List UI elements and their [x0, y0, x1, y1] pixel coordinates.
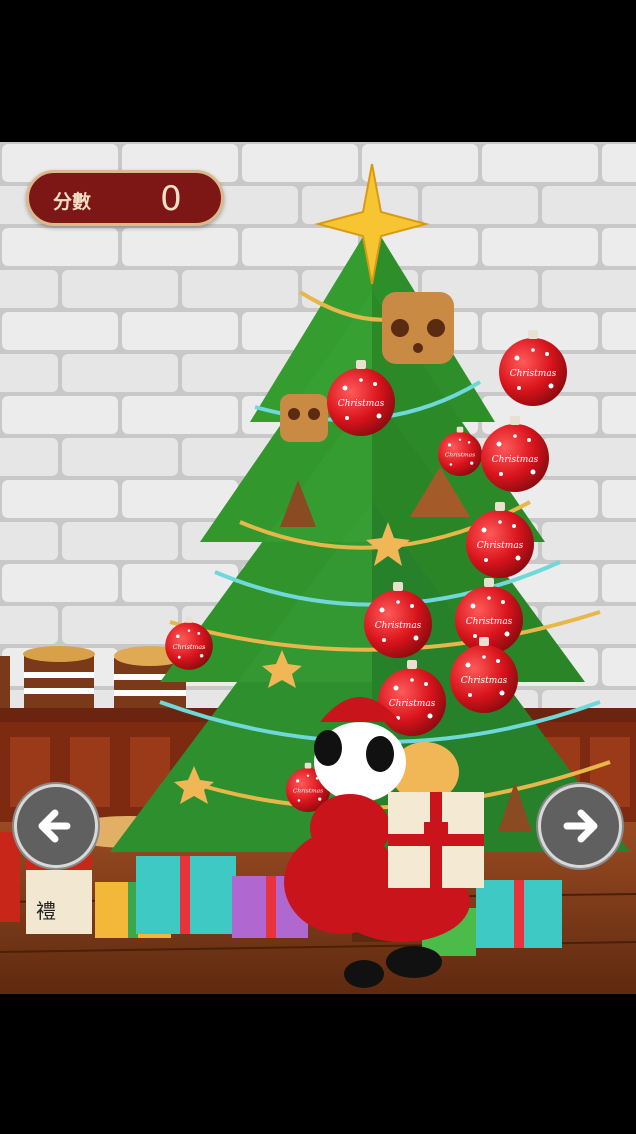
score-value: 0	[160, 179, 182, 219]
score-display: 分數 0	[26, 170, 224, 226]
game-scene[interactable]: Christmas	[0, 142, 636, 994]
score-label: 分數	[53, 191, 92, 213]
svg-text:禮: 禮	[36, 899, 56, 923]
arrow-left-icon	[38, 809, 71, 843]
arrow-right-icon	[563, 809, 598, 843]
move-left-button[interactable]	[14, 784, 98, 868]
move-right-button[interactable]	[538, 784, 622, 868]
scene-art: Christmas	[0, 142, 636, 994]
